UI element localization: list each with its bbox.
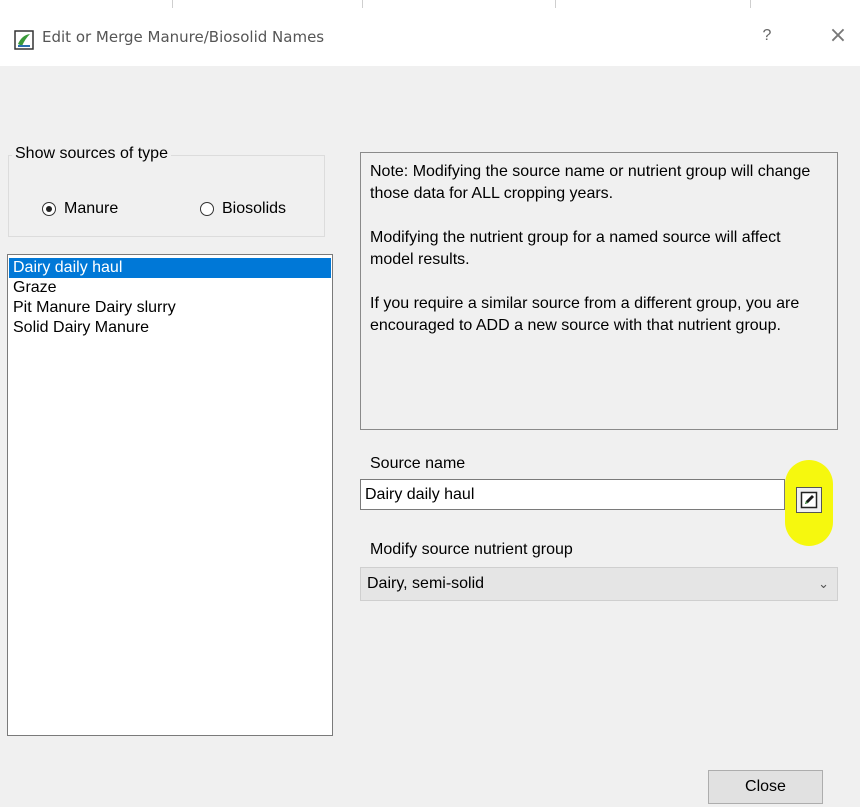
strip-divider — [362, 0, 363, 8]
sources-list[interactable]: Dairy daily haul Graze Pit Manure Dairy … — [7, 254, 333, 736]
radio-biosolids[interactable]: Biosolids — [200, 200, 286, 218]
note-paragraph: Note: Modifying the source name or nutri… — [370, 163, 811, 202]
strip-divider — [555, 0, 556, 8]
window-close-button[interactable]: × — [826, 24, 850, 48]
radio-manure-label: Manure — [64, 200, 119, 217]
source-name-input[interactable]: Dairy daily haul — [360, 479, 785, 510]
close-button[interactable]: Close — [708, 770, 823, 804]
radio-biosolids-label: Biosolids — [222, 200, 287, 217]
source-name-label: Source name — [370, 455, 466, 472]
nutrient-group-value: Dairy, semi-solid — [367, 575, 485, 592]
strip-divider — [172, 0, 173, 8]
source-type-label: Show sources of type — [12, 145, 171, 163]
chevron-down-icon: ⌄ — [818, 576, 829, 591]
strip-divider — [750, 0, 751, 8]
source-type-group — [8, 155, 325, 237]
note-paragraph: Modifying the nutrient group for a named… — [370, 229, 781, 268]
list-item[interactable]: Graze — [9, 278, 331, 298]
edit-name-button[interactable] — [796, 487, 822, 513]
dialog-window: Edit or Merge Manure/Biosolid Names ? × … — [0, 0, 860, 807]
top-strip — [0, 0, 860, 8]
help-button[interactable]: ? — [755, 24, 779, 48]
list-item[interactable]: Dairy daily haul — [9, 258, 331, 278]
title-bar: Edit or Merge Manure/Biosolid Names ? × — [0, 8, 860, 66]
radio-manure-indicator[interactable] — [42, 202, 56, 216]
list-item[interactable]: Pit Manure Dairy slurry — [9, 298, 331, 318]
nutrient-group-select[interactable]: Dairy, semi-solid ⌄ — [360, 567, 838, 601]
list-item[interactable]: Solid Dairy Manure — [9, 318, 331, 338]
app-logo-icon — [14, 30, 34, 50]
pencil-icon — [800, 491, 818, 509]
radio-biosolids-indicator[interactable] — [200, 202, 214, 216]
nutrient-group-label: Modify source nutrient group — [370, 541, 573, 558]
window-title: Edit or Merge Manure/Biosolid Names — [42, 28, 325, 46]
note-paragraph: If you require a similar source from a d… — [370, 295, 800, 334]
radio-manure[interactable]: Manure — [42, 200, 118, 218]
note-panel: Note: Modifying the source name or nutri… — [360, 152, 838, 430]
